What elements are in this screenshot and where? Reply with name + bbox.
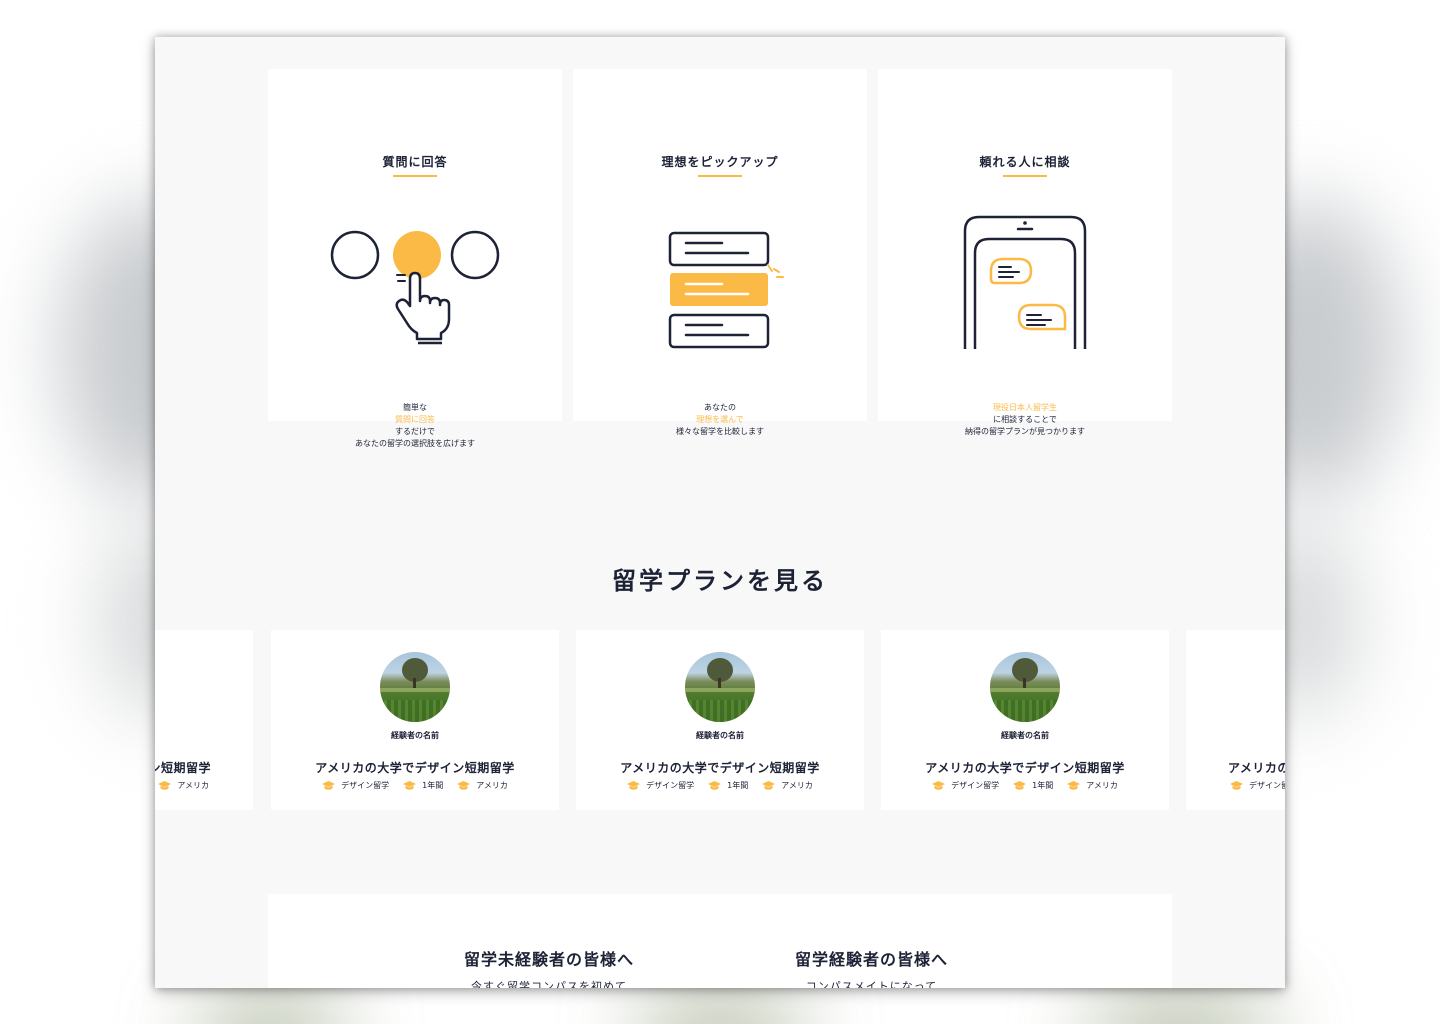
- feature-description: 現役日本人留学生 に相談することで 納得の留学プランが見つかります: [878, 402, 1172, 438]
- feature-card-answer-questions: 質問に回答 簡単な 質問に回答 するだけで あなたの留学の選択肢を広げます: [268, 69, 562, 448]
- title-underline: [698, 175, 742, 177]
- plan-tag: アメリカ: [158, 780, 209, 791]
- plan-tags: デザイン留学: [1186, 780, 1285, 791]
- graduation-cap-icon: [158, 780, 172, 790]
- audience-panel: 留学未経験者の皆様へ 今すぐ留学コンパスを初めて 留学経験者の皆様へ コンパスメ…: [268, 894, 1172, 988]
- plan-tag: アメリカ: [762, 780, 813, 791]
- list-select-icon: [668, 231, 784, 349]
- plan-tag: 1年間: [403, 780, 443, 791]
- experiencer-name: 経験者の名前: [1001, 731, 1049, 740]
- graduation-cap-icon: [403, 780, 417, 790]
- plan-tag: デザイン留学: [932, 780, 999, 791]
- experienced-students-subtext: コンパスメイトになって: [805, 980, 938, 988]
- graduation-cap-icon: [1013, 780, 1027, 790]
- plan-card[interactable]: 経験者の名前 アメリカの大学でデザイン短期留学 デザイン留学 1年間 アメリカ: [576, 630, 864, 810]
- plan-tags: アメリカ: [155, 780, 253, 791]
- plan-tags: デザイン留学 1年間 アメリカ: [881, 780, 1169, 791]
- graduation-cap-icon: [627, 780, 641, 790]
- page-window: 質問に回答 簡単な 質問に回答 するだけで あなたの留学の選択肢を広げます 理想をピ…: [155, 37, 1285, 988]
- phone-chat-icon: [963, 215, 1087, 349]
- feature-card-consult: 頼れる人に相談 現役日本人留学生 に相談することで 納得の留学プランが見つかります: [878, 69, 1172, 436]
- plan-title: アメリカの大学でデザイン短期留学: [315, 761, 515, 775]
- graduation-cap-icon: [322, 780, 336, 790]
- new-students-block: 留学未経験者の皆様へ 今すぐ留学コンパスを初めて: [464, 946, 634, 988]
- plans-section-heading: 留学プランを見る: [612, 567, 828, 595]
- plan-title: アメリカの大学でデザイン短期留学: [620, 761, 820, 775]
- feature-title: 理想をピックアップ: [661, 155, 779, 169]
- avatar: [685, 652, 755, 722]
- experiencer-name: 経験者の名前: [391, 731, 439, 740]
- plan-tags: デザイン留学 1年間 アメリカ: [576, 780, 864, 791]
- new-students-heading: 留学未経験者の皆様へ: [464, 950, 635, 969]
- plan-tag: アメリカ: [457, 780, 508, 791]
- feature-card-pick-ideal: 理想をピックアップ あなたの 理想を選んで 様々な留学を比較します: [573, 69, 867, 436]
- plan-card[interactable]: アメリカの大学でデザイン短期留学 デザイン留学: [1186, 630, 1285, 810]
- plan-title: アメリカの大学でデザイン短期留学: [1228, 761, 1285, 775]
- avatar: [380, 652, 450, 722]
- plan-card[interactable]: アメリカの大学でデザイン短期留学 アメリカ: [155, 630, 253, 810]
- highlight-text: 理想を選んで: [696, 415, 744, 424]
- graduation-cap-icon: [1067, 780, 1081, 790]
- graduation-cap-icon: [932, 780, 946, 790]
- plan-tags: デザイン留学 1年間 アメリカ: [271, 780, 559, 791]
- plan-tag: デザイン留学: [322, 780, 389, 791]
- highlight-text: 現役日本人留学生: [993, 403, 1057, 412]
- experiencer-name: 経験者の名前: [696, 731, 744, 740]
- feature-title: 質問に回答: [382, 155, 448, 169]
- plan-tag: 1年間: [708, 780, 748, 791]
- new-students-subtext: 今すぐ留学コンパスを初めて: [471, 980, 627, 988]
- plan-tag: デザイン留学: [1230, 780, 1285, 791]
- graduation-cap-icon: [762, 780, 776, 790]
- experienced-students-heading: 留学経験者の皆様へ: [795, 950, 949, 969]
- title-underline: [1003, 175, 1047, 177]
- plan-tag: 1年間: [1013, 780, 1053, 791]
- avatar: [990, 652, 1060, 722]
- highlight-text: 質問に回答: [395, 415, 435, 424]
- graduation-cap-icon: [457, 780, 471, 790]
- feature-description: あなたの 理想を選んで 様々な留学を比較します: [573, 402, 867, 438]
- plan-tag: アメリカ: [1067, 780, 1118, 791]
- experienced-students-block: 留学経験者の皆様へ コンパスメイトになって: [795, 946, 948, 988]
- plan-card[interactable]: 経験者の名前 アメリカの大学でデザイン短期留学 デザイン留学 1年間 アメリカ: [271, 630, 559, 810]
- title-underline: [393, 175, 437, 177]
- graduation-cap-icon: [1230, 780, 1243, 790]
- plan-title: アメリカの大学でデザイン短期留学: [925, 761, 1125, 775]
- graduation-cap-icon: [708, 780, 722, 790]
- tap-choice-icon: [330, 230, 500, 345]
- plan-tag: デザイン留学: [627, 780, 694, 791]
- plan-card[interactable]: 経験者の名前 アメリカの大学でデザイン短期留学 デザイン留学 1年間 アメリカ: [881, 630, 1169, 810]
- feature-title: 頼れる人に相談: [979, 155, 1071, 169]
- feature-description: 簡単な 質問に回答 するだけで あなたの留学の選択肢を広げます: [268, 402, 562, 450]
- plan-title: アメリカの大学でデザイン短期留学: [155, 761, 211, 775]
